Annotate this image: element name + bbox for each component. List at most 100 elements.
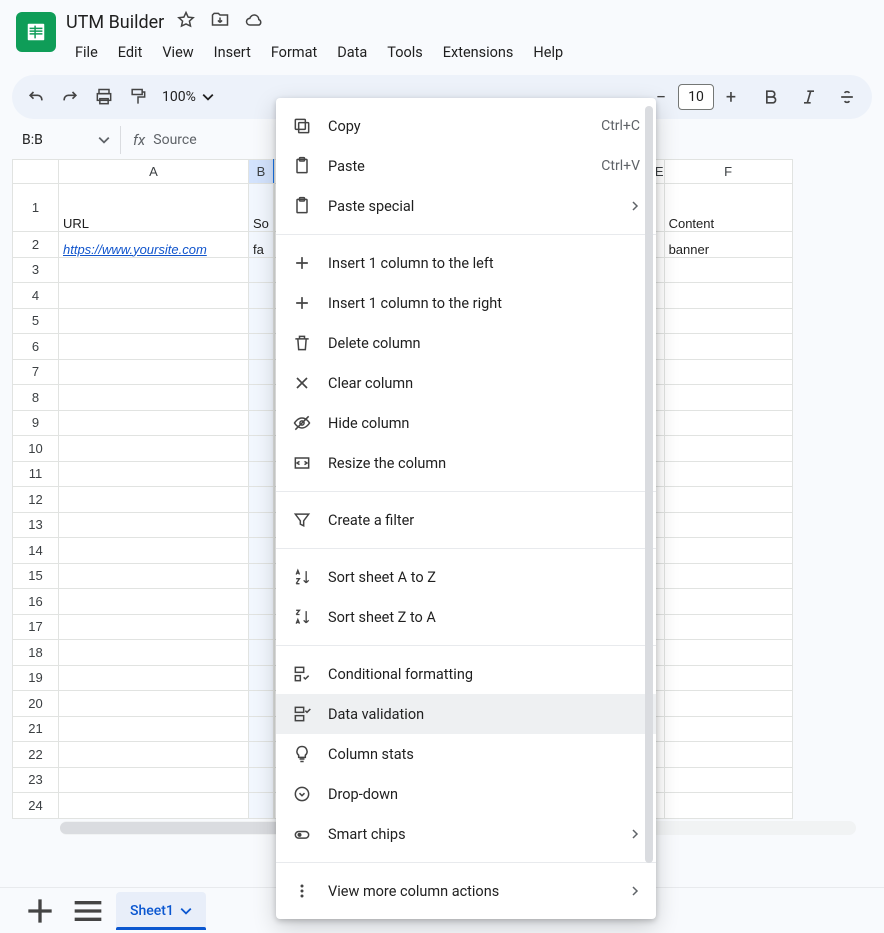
font-size-input[interactable]: 10	[678, 84, 714, 110]
menu-column-stats[interactable]: Column stats	[276, 734, 656, 774]
menu-delete-col[interactable]: Delete column	[276, 323, 656, 363]
sheet-tab[interactable]: Sheet1	[116, 892, 206, 930]
italic-button[interactable]	[792, 81, 826, 113]
add-sheet-button[interactable]	[20, 891, 60, 931]
font-size-increase[interactable]: +	[718, 84, 744, 110]
menu-paste-special[interactable]: Paste special	[276, 186, 656, 226]
resize-icon	[292, 453, 312, 473]
filter-icon	[292, 510, 312, 530]
row-header[interactable]: 7	[13, 359, 59, 385]
cell[interactable]: https://www.yoursite.com	[59, 232, 249, 258]
menu-data-validation[interactable]: Data validation	[276, 694, 656, 734]
row-header[interactable]: 4	[13, 283, 59, 309]
row-header[interactable]: 23	[13, 767, 59, 793]
menu-edit[interactable]: Edit	[109, 40, 152, 65]
fx-icon: fx	[133, 131, 145, 149]
row-header[interactable]: 21	[13, 716, 59, 742]
url-link[interactable]: https://www.yoursite.com	[63, 242, 207, 257]
cell[interactable]: Content	[664, 184, 792, 232]
dropdown-icon	[292, 784, 312, 804]
cell[interactable]: fa	[249, 232, 274, 258]
cell[interactable]: banner	[664, 232, 792, 258]
formula-bar[interactable]: Source	[153, 132, 196, 148]
menu-insert-col-left[interactable]: Insert 1 column to the left	[276, 243, 656, 283]
cloud-icon[interactable]	[244, 10, 264, 34]
menu-hide-col[interactable]: Hide column	[276, 403, 656, 443]
strike-button[interactable]	[830, 81, 864, 113]
more-icon	[292, 881, 312, 901]
menu-tools[interactable]: Tools	[378, 40, 432, 65]
menu-resize-col[interactable]: Resize the column	[276, 443, 656, 483]
row-header[interactable]: 9	[13, 410, 59, 436]
print-button[interactable]	[88, 81, 120, 113]
row-header[interactable]: 14	[13, 538, 59, 564]
row-header[interactable]: 10	[13, 436, 59, 462]
menu-format[interactable]: Format	[262, 40, 326, 65]
row-header[interactable]: 13	[13, 512, 59, 538]
menu-sort-za[interactable]: Sort sheet Z to A	[276, 597, 656, 637]
hide-icon	[292, 413, 312, 433]
move-icon[interactable]	[210, 10, 230, 34]
zoom-select[interactable]: 100%	[156, 89, 220, 105]
menu-sort-az[interactable]: Sort sheet A to Z	[276, 557, 656, 597]
row-header[interactable]: 15	[13, 563, 59, 589]
name-box[interactable]: B:B	[12, 126, 120, 154]
paint-format-button[interactable]	[122, 81, 154, 113]
menu-help[interactable]: Help	[524, 40, 572, 65]
cell[interactable]: URL	[59, 184, 249, 232]
context-menu: CopyCtrl+C PasteCtrl+V Paste special Ins…	[276, 98, 656, 919]
row-header[interactable]: 11	[13, 461, 59, 487]
menu-data[interactable]: Data	[328, 40, 376, 65]
menu-dropdown[interactable]: Drop-down	[276, 774, 656, 814]
menu-paste[interactable]: PasteCtrl+V	[276, 146, 656, 186]
select-all-corner[interactable]	[13, 160, 59, 184]
col-header-b[interactable]: B	[249, 160, 274, 184]
menu-copy[interactable]: CopyCtrl+C	[276, 106, 656, 146]
copy-icon	[292, 116, 312, 136]
paste-icon	[292, 156, 312, 176]
col-header-f[interactable]: F	[664, 160, 792, 184]
bold-button[interactable]	[754, 81, 788, 113]
sort-za-icon	[292, 607, 312, 627]
row-header[interactable]: 1	[13, 184, 59, 232]
menu-more-actions[interactable]: View more column actions	[276, 871, 656, 911]
menu-view[interactable]: View	[153, 40, 202, 65]
menu-create-filter[interactable]: Create a filter	[276, 500, 656, 540]
cell[interactable]: So	[249, 184, 274, 232]
row-header[interactable]: 2	[13, 232, 59, 258]
menu-file[interactable]: File	[66, 40, 107, 65]
row-header[interactable]: 6	[13, 334, 59, 360]
document-title[interactable]: UTM Builder	[66, 12, 164, 33]
data-validation-icon	[292, 704, 312, 724]
row-header[interactable]: 3	[13, 257, 59, 283]
menubar: File Edit View Insert Format Data Tools …	[66, 40, 868, 65]
row-header[interactable]: 16	[13, 589, 59, 615]
star-icon[interactable]	[176, 10, 196, 34]
row-header[interactable]: 8	[13, 385, 59, 411]
menu-extensions[interactable]: Extensions	[434, 40, 523, 65]
chevron-right-icon	[630, 198, 640, 215]
col-header-a[interactable]: A	[59, 160, 249, 184]
cond-format-icon	[292, 664, 312, 684]
row-header[interactable]: 19	[13, 665, 59, 691]
row-header[interactable]: 24	[13, 793, 59, 819]
row-header[interactable]: 22	[13, 742, 59, 768]
row-header[interactable]: 17	[13, 614, 59, 640]
menu-conditional-formatting[interactable]: Conditional formatting	[276, 654, 656, 694]
context-menu-scrollbar[interactable]	[644, 106, 654, 911]
row-header[interactable]: 5	[13, 308, 59, 334]
lightbulb-icon	[292, 744, 312, 764]
undo-button[interactable]	[20, 81, 52, 113]
menu-clear-col[interactable]: Clear column	[276, 363, 656, 403]
sheets-logo[interactable]	[16, 12, 56, 52]
close-icon	[292, 373, 312, 393]
menu-smart-chips[interactable]: Smart chips	[276, 814, 656, 854]
row-header[interactable]: 18	[13, 640, 59, 666]
menu-insert-col-right[interactable]: Insert 1 column to the right	[276, 283, 656, 323]
row-header[interactable]: 12	[13, 487, 59, 513]
redo-button[interactable]	[54, 81, 86, 113]
row-header[interactable]: 20	[13, 691, 59, 717]
all-sheets-button[interactable]	[68, 891, 108, 931]
menu-insert[interactable]: Insert	[205, 40, 260, 65]
sort-az-icon	[292, 567, 312, 587]
